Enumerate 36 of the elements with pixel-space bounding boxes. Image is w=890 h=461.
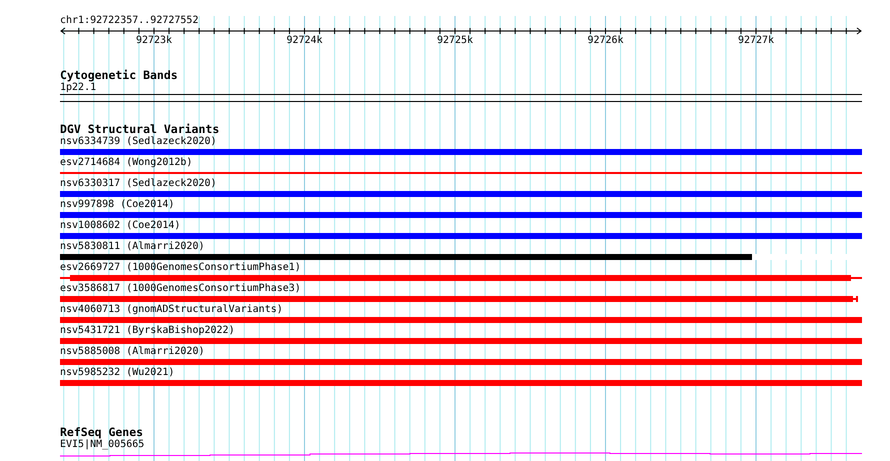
variant-label: nsv5985232 (Wu2021): [60, 366, 174, 379]
variant-bar[interactable]: [60, 191, 862, 197]
track-title: Cytogenetic Bands: [60, 69, 179, 81]
variant-bar[interactable]: [60, 338, 862, 344]
ruler-label: 92723k: [136, 35, 172, 47]
variant-bar[interactable]: [60, 149, 862, 155]
variant-bar[interactable]: [60, 296, 858, 302]
variant-label: nsv5830811 (Almarri2020): [60, 240, 204, 253]
variant-label: nsv5431721 (ByrskaBishop2022): [60, 324, 235, 337]
gene-label: EVI5|NM_005665: [60, 438, 146, 451]
ruler-label: 92724k: [286, 35, 323, 47]
track-title: RefSeq Genes: [60, 426, 144, 438]
variant-label: nsv5885008 (Almarri2020): [60, 345, 204, 358]
location-label: chr1:92722357..92727552: [60, 14, 198, 27]
variant-bar[interactable]: [60, 212, 862, 218]
variant-bar[interactable]: [60, 233, 862, 239]
track-title: DGV Structural Variants: [60, 123, 220, 135]
variant-label: nsv4060713 (gnomADStructuralVariants): [60, 303, 283, 316]
variant-label: esv2669727 (1000GenomesConsortiumPhase1): [60, 261, 301, 274]
variant-bar[interactable]: [60, 317, 862, 323]
ruler-label: 92725k: [436, 35, 474, 47]
gene-drawing[interactable]: [60, 451, 862, 457]
variant-bar[interactable]: [60, 380, 862, 386]
variant-label: nsv6330317 (Sedlazeck2020): [60, 177, 217, 190]
variant-label: esv2714684 (Wong2012b): [60, 156, 192, 169]
variant-line[interactable]: [60, 172, 862, 174]
ruler-label: 92727k: [738, 35, 774, 47]
band-label: 1p22.1: [60, 82, 98, 94]
variant-label: esv3586817 (1000GenomesConsortiumPhase3): [60, 282, 301, 295]
variant-label: nsv6334739 (Sedlazeck2020): [60, 135, 217, 148]
variant-bar[interactable]: [60, 359, 862, 365]
variant-label: nsv997898 (Coe2014): [60, 198, 174, 211]
band-drawing[interactable]: [60, 94, 862, 102]
ruler-label: 92726k: [587, 35, 624, 47]
variant-label: nsv1008602 (Coe2014): [60, 219, 180, 232]
variant-bar[interactable]: [60, 275, 862, 281]
